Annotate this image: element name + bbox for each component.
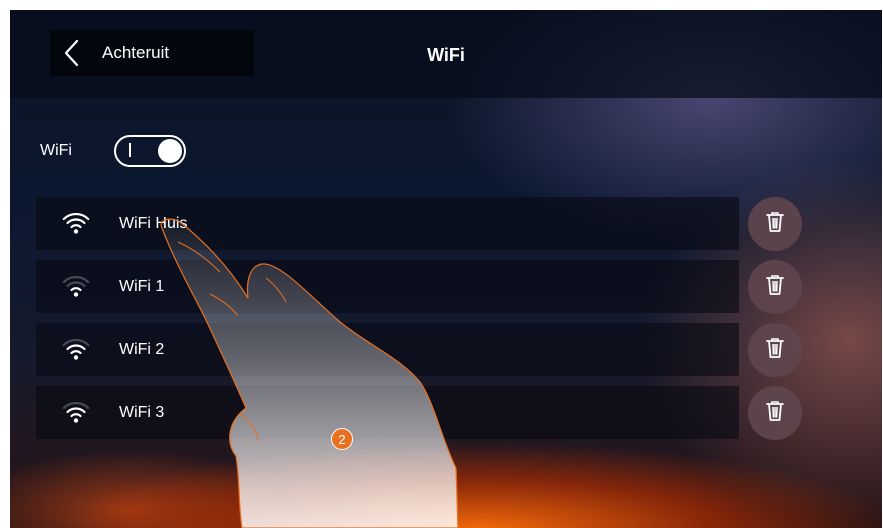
- network-name: WiFi Huis: [119, 214, 188, 232]
- trash-icon: [765, 274, 785, 301]
- network-name: WiFi 3: [119, 403, 165, 421]
- wifi-icon: [36, 275, 116, 298]
- toggle-on-mark: [129, 143, 131, 157]
- toggle-knob: [158, 139, 182, 163]
- network-row: WiFi 1: [36, 260, 806, 314]
- trash-icon: [765, 211, 785, 238]
- network-item-wifi-2[interactable]: WiFi 2: [36, 323, 739, 376]
- header-bar: Achteruit WiFi: [10, 10, 882, 98]
- wifi-toggle-row: WiFi: [40, 134, 186, 168]
- trash-icon: [765, 400, 785, 427]
- wifi-toggle-switch[interactable]: [114, 135, 186, 167]
- wifi-icon: [36, 212, 116, 235]
- network-name: WiFi 1: [119, 277, 165, 295]
- delete-button[interactable]: [748, 197, 802, 251]
- network-item-wifi-3[interactable]: WiFi 3: [36, 386, 739, 439]
- delete-button[interactable]: [748, 323, 802, 377]
- network-row: WiFi Huis: [36, 197, 806, 251]
- network-list: WiFi Huis WiFi 1 WiFi 2 WiFi 3: [36, 197, 806, 449]
- step-badge: 2: [331, 428, 353, 450]
- network-name: WiFi 2: [119, 340, 165, 358]
- wifi-icon: [36, 401, 116, 424]
- delete-button[interactable]: [748, 260, 802, 314]
- wifi-toggle-label: WiFi: [40, 142, 72, 159]
- delete-button[interactable]: [748, 386, 802, 440]
- network-item-wifi-1[interactable]: WiFi 1: [36, 260, 739, 313]
- intercom-screen: Achteruit WiFi WiFi WiFi Huis WiFi 1 WiF…: [10, 10, 882, 528]
- wifi-icon: [36, 338, 116, 361]
- page-title: WiFi: [427, 45, 465, 65]
- trash-icon: [765, 337, 785, 364]
- network-item-wifi-huis[interactable]: WiFi Huis: [36, 197, 739, 250]
- network-row: WiFi 3: [36, 386, 806, 440]
- network-row: WiFi 2: [36, 323, 806, 377]
